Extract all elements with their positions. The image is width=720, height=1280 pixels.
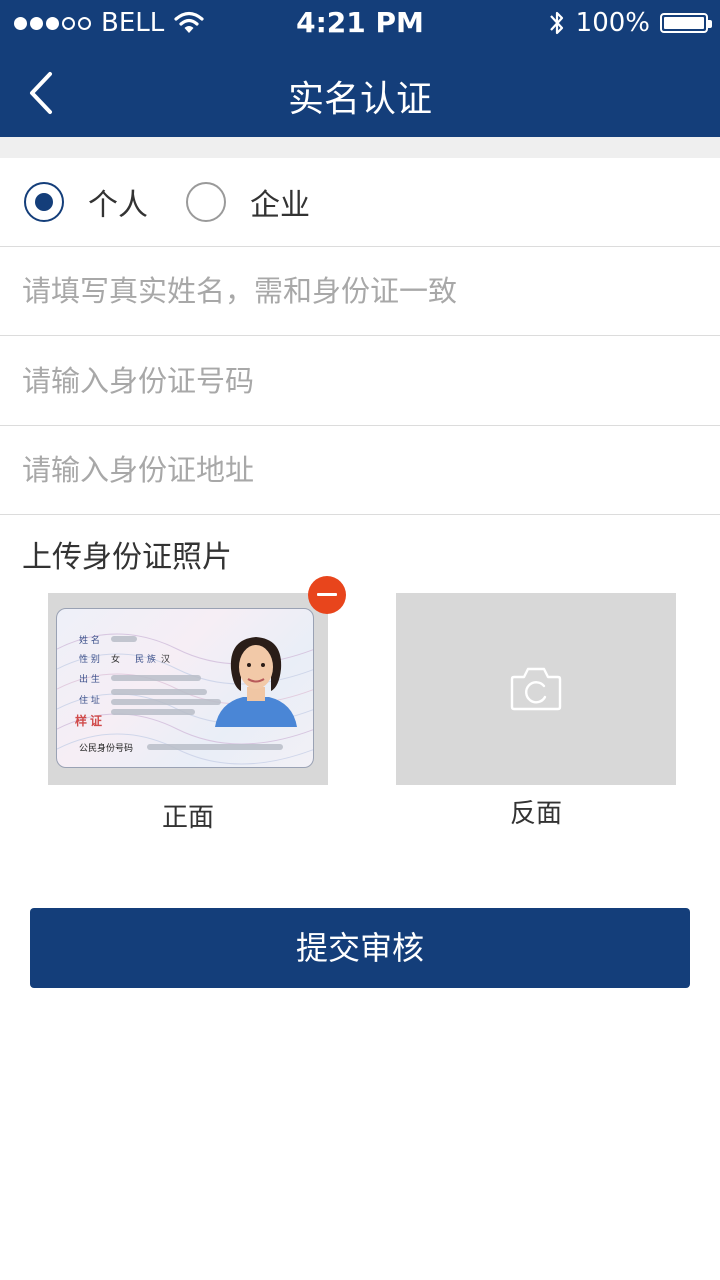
portrait-photo <box>215 637 297 727</box>
card-stamp: 样证 <box>75 714 106 728</box>
battery-percent: 100% <box>575 8 650 38</box>
redacted-text <box>111 689 207 695</box>
card-ethnicity-value: 汉 <box>161 655 171 665</box>
radio-enterprise[interactable]: 企业 <box>186 158 310 246</box>
radio-personal[interactable]: 个人 <box>24 158 148 246</box>
radio-unchecked-icon <box>186 182 226 222</box>
name-input[interactable] <box>22 247 698 335</box>
radio-checked-icon <box>24 182 64 222</box>
card-gender-value: 女 <box>111 655 121 665</box>
id-front-upload[interactable]: 姓 名 性 别 女 民 族 汉 出 生 住 址 样证 公民身份号码 <box>48 593 328 785</box>
page-title: 实名认证 <box>287 79 432 120</box>
status-bar: BELL 4:21 PM 100% <box>0 0 720 46</box>
back-button[interactable] <box>22 70 62 116</box>
name-field-row <box>0 247 720 336</box>
carrier-label: BELL <box>101 8 165 38</box>
address-field-row <box>0 426 720 515</box>
address-input[interactable] <box>22 426 698 514</box>
upload-section-title: 上传身份证照片 <box>22 540 232 575</box>
wifi-icon <box>174 11 204 33</box>
card-name-label: 姓 名 <box>79 636 100 646</box>
back-caption: 反面 <box>509 799 562 829</box>
remove-photo-button[interactable] <box>308 576 346 614</box>
redacted-text <box>111 699 221 705</box>
id-number-input[interactable] <box>22 337 698 425</box>
id-card-front-image: 姓 名 性 别 女 民 族 汉 出 生 住 址 样证 公民身份号码 <box>56 608 314 768</box>
camera-icon <box>510 667 562 711</box>
signal-strength-icon <box>14 16 91 30</box>
redacted-text <box>111 675 201 681</box>
section-divider <box>0 137 720 158</box>
radio-enterprise-label: 企业 <box>250 188 310 223</box>
radio-personal-label: 个人 <box>88 188 148 223</box>
redacted-text <box>111 709 195 715</box>
card-birth-label: 出 生 <box>79 675 100 685</box>
card-id-number-label: 公民身份号码 <box>79 744 134 754</box>
submit-button[interactable]: 提交审核 <box>30 908 690 988</box>
card-address-label: 住 址 <box>79 696 100 706</box>
status-right: 100% <box>548 8 712 38</box>
type-selector: 个人 企业 <box>0 158 720 247</box>
status-left: BELL <box>14 8 204 38</box>
id-number-field-row <box>0 337 720 426</box>
bluetooth-icon <box>549 11 563 35</box>
front-caption: 正面 <box>161 803 214 833</box>
nav-bar: 实名认证 <box>0 46 720 137</box>
card-gender-label: 性 别 <box>79 655 100 665</box>
redacted-text <box>111 636 137 642</box>
chevron-left-icon <box>30 72 52 114</box>
card-ethnicity-label: 民 族 <box>135 655 156 665</box>
id-back-upload[interactable] <box>396 593 676 785</box>
battery-icon <box>660 13 712 33</box>
redacted-text <box>147 744 283 750</box>
